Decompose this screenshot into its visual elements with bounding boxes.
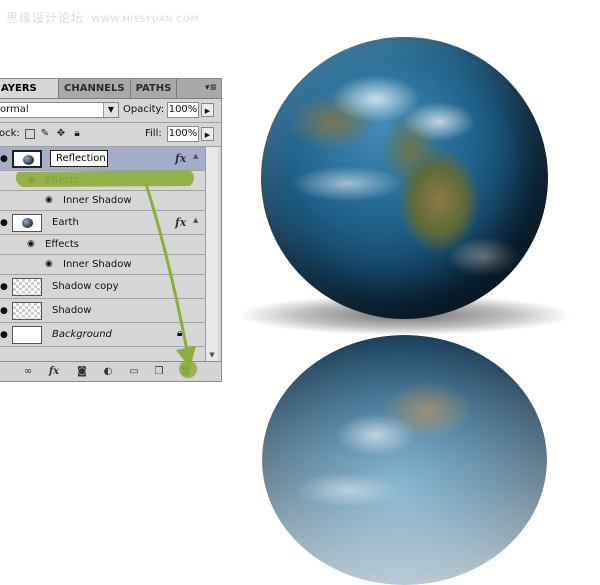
panel-bottom-bar: ∞ fx ◙ ◐ ▭ ❐ 🗑︎ <box>0 361 221 381</box>
chevron-up-icon[interactable]: ▲ <box>193 152 198 160</box>
blend-mode-select[interactable]: ormal ▼ <box>0 102 119 118</box>
fill-input[interactable]: 100% <box>167 126 199 142</box>
trash-icon[interactable]: 🗑︎ <box>179 365 193 378</box>
mask-icon[interactable]: ◙ <box>75 365 89 378</box>
blend-mode-value: ormal <box>0 104 29 115</box>
layer-row-shadow[interactable]: ● Shadow <box>0 299 205 323</box>
eye-icon[interactable]: ● <box>0 218 8 228</box>
opacity-slider-button[interactable]: ▶ <box>201 103 214 117</box>
globe-thumbnail-icon <box>23 155 34 165</box>
layers-panel: AYERS CHANNELS PATHS ▾≡ ormal ▼ Opacity:… <box>0 78 222 382</box>
tab-channels[interactable]: CHANNELS <box>59 79 131 98</box>
layer-effects-row[interactable]: ◉ Effects <box>0 235 205 255</box>
fill-label: Fill: <box>145 128 162 139</box>
layers-list: ● fx ▲ ◉ Effects ◉ Inner Shadow ● Earth … <box>0 147 205 361</box>
link-icon[interactable]: ∞ <box>21 365 35 378</box>
chevron-down-icon[interactable]: ▼ <box>103 103 118 117</box>
adjustment-icon[interactable]: ◐ <box>101 365 115 378</box>
layer-name: Background <box>52 329 112 340</box>
eye-icon[interactable]: ◉ <box>45 259 53 269</box>
tab-paths[interactable]: PATHS <box>131 79 178 98</box>
opacity-input[interactable]: 100% <box>167 102 199 118</box>
effects-label: Effects <box>45 239 79 250</box>
fx-icon[interactable]: fx <box>47 365 61 378</box>
layer-thumbnail <box>12 150 42 168</box>
globe-thumbnail-icon <box>22 218 33 228</box>
layer-effects-row[interactable]: ◉ Effects <box>0 171 205 191</box>
panel-tabs: AYERS CHANNELS PATHS ▾≡ <box>0 79 221 99</box>
lock-position-move-icon[interactable]: ✥ <box>55 128 67 140</box>
opacity-label: Opacity: <box>123 104 165 115</box>
watermark: 思缘设计论坛 WWW.MISSYUAN.COM <box>6 9 199 26</box>
effects-label: Effects <box>45 175 79 186</box>
fill-slider-button[interactable]: ▶ <box>201 127 214 141</box>
fx-badge-icon: fx <box>175 216 187 229</box>
eye-icon[interactable]: ● <box>0 330 8 340</box>
layer-effect-row[interactable]: ◉ Inner Shadow <box>0 255 205 275</box>
layer-thumbnail <box>12 326 42 344</box>
eye-icon[interactable]: ● <box>0 154 8 164</box>
layer-thumbnail <box>12 214 42 232</box>
layer-thumbnail <box>12 302 42 320</box>
earth-globe <box>261 37 548 319</box>
new-layer-icon[interactable]: ❐ <box>152 365 166 378</box>
layer-effect-row[interactable]: ◉ Inner Shadow <box>0 191 205 211</box>
tab-layers[interactable]: AYERS <box>0 79 59 98</box>
eye-icon[interactable]: ◉ <box>27 239 35 249</box>
eye-icon[interactable]: ◉ <box>45 195 53 205</box>
lock-label: ock: <box>0 128 20 139</box>
layer-name: Earth <box>52 217 79 228</box>
layer-name: Shadow <box>52 305 92 316</box>
lock-pixels-brush-icon[interactable]: ✎ <box>39 128 51 140</box>
blend-row: ormal ▼ Opacity: 100% ▶ <box>0 99 221 123</box>
lock-transparency-icon[interactable] <box>25 129 35 139</box>
layer-row-shadow-copy[interactable]: ● Shadow copy <box>0 275 205 299</box>
globe-reflection <box>262 335 547 585</box>
inner-shadow-label: Inner Shadow <box>63 259 132 270</box>
layer-row-earth[interactable]: ● Earth fx ▲ <box>0 211 205 235</box>
chevron-up-icon[interactable]: ▲ <box>193 216 198 224</box>
panel-menu-button[interactable]: ▾≡ <box>201 79 221 98</box>
layer-name: Shadow copy <box>52 281 119 292</box>
inner-shadow-label: Inner Shadow <box>63 195 132 206</box>
watermark-url: WWW.MISSYUAN.COM <box>91 15 199 25</box>
layers-scrollbar[interactable]: ▼ <box>205 147 218 361</box>
lock-all-icon[interactable]: 🔒︎ <box>71 128 83 140</box>
lock-icon: 🔒︎ <box>177 328 183 339</box>
watermark-site-name: 思缘设计论坛 <box>6 11 85 25</box>
layer-row-background[interactable]: ● Background 🔒︎ <box>0 323 205 347</box>
folder-icon[interactable]: ▭ <box>127 365 141 378</box>
eye-icon[interactable]: ◉ <box>27 175 35 185</box>
scroll-down-arrow-icon[interactable]: ▼ <box>206 349 218 361</box>
layer-thumbnail <box>12 278 42 296</box>
lock-row: ock: ✎ ✥ 🔒︎ Fill: 100% ▶ <box>0 123 221 147</box>
fx-badge-icon: fx <box>175 152 187 165</box>
eye-icon[interactable]: ● <box>0 306 8 316</box>
layer-name-tooltip: Reflection <box>50 150 108 167</box>
eye-icon[interactable]: ● <box>0 282 8 292</box>
